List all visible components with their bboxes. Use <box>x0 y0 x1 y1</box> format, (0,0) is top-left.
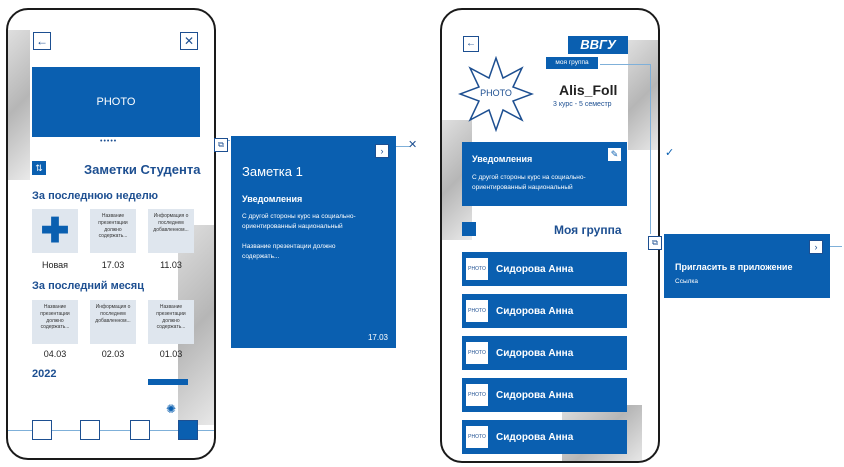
group-title: Моя группа <box>554 223 622 237</box>
card-label: Новая <box>41 260 69 270</box>
member-name: Сидорова Анна <box>496 347 574 359</box>
card-label: 11.03 <box>160 260 182 270</box>
note-card[interactable]: Информация о последнем добавленном... <box>148 209 194 253</box>
library-nav-icon[interactable] <box>130 420 150 440</box>
notes-nav-icon[interactable] <box>32 420 52 440</box>
notifications-body: С другой стороны курс на социально-ориен… <box>472 174 586 191</box>
course-info: 3 курс - 5 семестр <box>553 101 612 108</box>
member-name: Сидорова Анна <box>496 431 574 443</box>
member-name: Сидорова Анна <box>496 389 574 401</box>
username: Alis_Foll <box>559 82 618 98</box>
note-title: Заметка 1 <box>242 164 303 179</box>
section-week-title: За последнюю неделю <box>32 190 159 202</box>
notifications-card[interactable]: Уведомления ✎ С другой стороны курс на с… <box>462 142 627 206</box>
note-card[interactable]: Название презентации должно содержать... <box>90 209 136 253</box>
home-nav-icon[interactable] <box>178 420 198 440</box>
carousel-dots[interactable]: ••••• <box>100 138 117 145</box>
invite-panel[interactable]: › Пригласить в приложение Ссылка <box>664 234 830 298</box>
note-card[interactable]: Название презентации должно содержать... <box>32 300 78 344</box>
close-icon[interactable]: ✕ <box>408 138 417 151</box>
member-row[interactable]: PHOTO Сидорова Анна <box>462 420 627 454</box>
photo-label: PHOTO <box>480 88 512 98</box>
card-label: 02.03 <box>101 349 125 359</box>
connector-line <box>600 64 650 65</box>
check-icon: ✓ <box>665 147 675 159</box>
photo-banner[interactable]: PHOTO <box>32 67 200 137</box>
link-icon: ⧉ <box>648 236 662 250</box>
member-name: Сидорова Анна <box>496 305 574 317</box>
invite-subtitle: Ссылка <box>675 278 699 285</box>
page-title: Заметки Студента <box>84 162 201 177</box>
notifications-title: Уведомления <box>472 154 533 164</box>
member-row[interactable]: PHOTO Сидорова Анна <box>462 294 627 328</box>
logo: ВВГУ <box>568 36 628 54</box>
section-year-title: 2022 <box>32 368 57 380</box>
invite-title: Пригласить в приложение <box>675 262 793 272</box>
note-body: С другой стороны курс на социально-ориен… <box>242 213 356 230</box>
profile-photo[interactable]: PHOTO <box>457 55 535 133</box>
new-note-card[interactable]: ✚ <box>32 209 78 253</box>
plus-icon: ✚ <box>40 212 70 250</box>
member-photo: PHOTO <box>466 384 488 406</box>
sort-icon[interactable]: ⇅ <box>32 161 46 175</box>
back-arrow-icon[interactable]: ← <box>463 36 479 52</box>
statue-decoration <box>8 30 30 180</box>
statue-decoration <box>628 40 658 150</box>
note-card[interactable]: Название презентации должно содержать... <box>148 300 194 344</box>
chevron-right-icon[interactable]: › <box>809 240 823 254</box>
card-label: 17.03 <box>101 260 125 270</box>
accent-bar <box>148 379 188 385</box>
note-panel[interactable]: Заметка 1 › Уведомления С другой стороны… <box>231 136 396 348</box>
note-card[interactable]: Информация о последнем добавленном... <box>90 300 136 344</box>
member-row[interactable]: PHOTO Сидорова Анна <box>462 336 627 370</box>
close-icon[interactable]: ✕ <box>180 32 198 50</box>
member-photo: PHOTO <box>466 258 488 280</box>
edit-icon[interactable]: ✎ <box>608 148 621 161</box>
group-icon <box>462 222 476 236</box>
phone-screen-profile: ← ВВГУ моя группа PHOTO Alis_Foll 3 курс… <box>440 8 660 463</box>
card-label: 04.03 <box>43 349 67 359</box>
photo-label: PHOTO <box>96 96 136 108</box>
connector-line <box>830 246 842 247</box>
member-photo: PHOTO <box>466 342 488 364</box>
note-heading: Уведомления <box>242 194 303 204</box>
member-row[interactable]: PHOTO Сидорова Анна <box>462 252 627 286</box>
member-row[interactable]: PHOTO Сидорова Анна <box>462 378 627 412</box>
card-label: 01.03 <box>159 349 183 359</box>
section-month-title: За последний месяц <box>32 280 144 292</box>
sparkle-icon: ✺ <box>166 402 177 416</box>
note-date: 17.03 <box>367 333 388 342</box>
link-icon: ⧉ <box>214 138 228 152</box>
chevron-right-icon[interactable]: › <box>375 144 389 158</box>
member-photo: PHOTO <box>466 426 488 448</box>
back-arrow-icon[interactable]: ← <box>33 32 51 50</box>
phone-screen-notes: ← ✕ PHOTO ••••• ⇅ Заметки Студента За по… <box>6 8 216 460</box>
note-body-2: Название презентации должно содержать... <box>242 243 336 260</box>
group-tag[interactable]: моя группа <box>546 57 598 69</box>
member-photo: PHOTO <box>466 300 488 322</box>
member-name: Сидорова Анна <box>496 263 574 275</box>
connector-line <box>650 64 651 234</box>
calendar-nav-icon[interactable] <box>80 420 100 440</box>
